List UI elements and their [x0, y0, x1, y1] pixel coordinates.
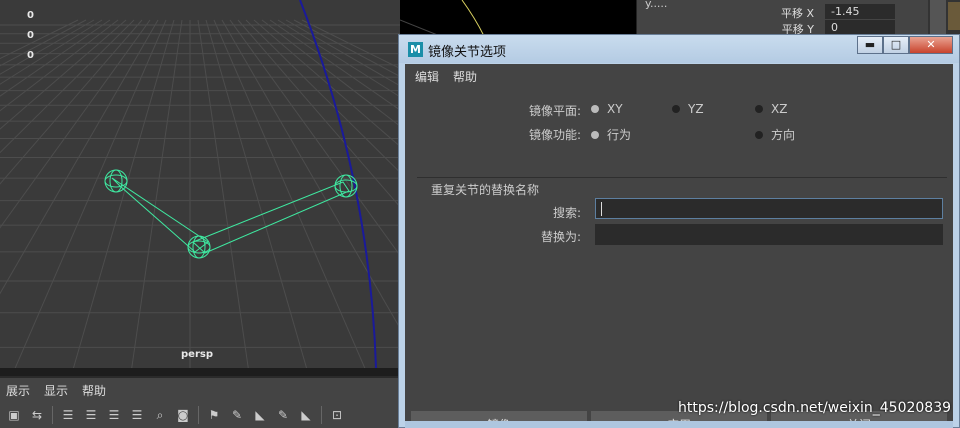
- radio-orientation[interactable]: 方向: [755, 126, 795, 143]
- radio-behavior[interactable]: 行为: [591, 126, 631, 143]
- menu-display[interactable]: 显示: [44, 382, 68, 399]
- grid-line: [0, 19, 87, 67]
- maya-app-icon: M: [408, 42, 423, 57]
- wireframe-icon[interactable]: ☰: [58, 405, 78, 425]
- select-camera-icon[interactable]: ▣: [4, 405, 24, 425]
- title-bar[interactable]: M 镜像关节选项 ▬ □ ✕: [399, 35, 959, 63]
- close-window-button[interactable]: ✕: [909, 36, 953, 54]
- replace-input[interactable]: [595, 224, 943, 245]
- panel-toolbar: ▣ ⇆ ☰ ☰ ☰ ☰ ⌕ ◙ ⚑ ✎ ◣ ✎ ◣ ⊡: [0, 402, 400, 428]
- menu-help[interactable]: 帮助: [82, 382, 106, 399]
- camera-label: persp: [181, 349, 213, 360]
- toolbar-divider: [321, 406, 322, 424]
- radio-dot-selected: [591, 105, 599, 113]
- radio-label: XY: [607, 102, 623, 116]
- viewport-persp[interactable]: 0 0 0 persp: [0, 0, 400, 368]
- grid-line: [0, 19, 159, 295]
- cursor-icon[interactable]: ◣: [250, 405, 270, 425]
- grid-line: [205, 19, 308, 368]
- isolate-icon[interactable]: ◙: [173, 405, 193, 425]
- hud-value: 0: [27, 30, 34, 41]
- grid-line: [0, 19, 111, 97]
- hud-value: 0: [27, 10, 34, 21]
- grid-line: [131, 19, 183, 368]
- side-strip: [928, 0, 960, 36]
- textured-icon[interactable]: ☰: [104, 405, 124, 425]
- text-caret: [601, 202, 602, 216]
- menu-show[interactable]: 展示: [6, 382, 30, 399]
- radio-dot-selected: [591, 130, 599, 139]
- bone[interactable]: [192, 181, 350, 254]
- curve-overlay: [399, 0, 485, 37]
- channel-field-translate-x[interactable]: -1.45: [825, 4, 895, 19]
- replacement-section-title: 重复关节的替换名称: [431, 183, 540, 197]
- panel-menu-bar: 展示 显示 帮助: [0, 376, 400, 402]
- dialog-menu-bar: 编辑 帮助: [405, 64, 953, 88]
- menu-help[interactable]: 帮助: [453, 68, 477, 85]
- search-label: 搜索:: [552, 206, 581, 220]
- mirror-function-label: 镜像功能:: [528, 128, 581, 142]
- grid-line: [293, 19, 400, 78]
- grid-line: [197, 19, 249, 368]
- grid-overlay: [0, 0, 400, 368]
- grid-line: [14, 19, 167, 368]
- search-input[interactable]: [595, 198, 943, 219]
- grid-line: [301, 19, 400, 70]
- radio-dot: [755, 105, 763, 113]
- lock-camera-icon[interactable]: ⇆: [27, 405, 47, 425]
- radio-xz[interactable]: XZ: [755, 102, 787, 116]
- radio-label: 方向: [771, 128, 796, 142]
- grid-line: [0, 19, 103, 85]
- radio-yz[interactable]: YZ: [672, 102, 704, 116]
- mirror-plane-label: 镜像平面:: [528, 104, 581, 118]
- grid-line: [213, 19, 366, 368]
- pencil-icon[interactable]: ✎: [227, 405, 247, 425]
- radio-xy[interactable]: XY: [591, 102, 623, 116]
- channel-field-translate-y[interactable]: 0: [825, 20, 895, 35]
- pencil-icon[interactable]: ✎: [273, 405, 293, 425]
- hud-value: 0: [27, 50, 34, 61]
- toolbar-divider: [52, 406, 53, 424]
- lights-icon[interactable]: ☰: [127, 405, 147, 425]
- dialog-body: 编辑 帮助 镜像平面: XY YZ XZ 镜像功能: 行为 方向 重复关节的替换…: [405, 64, 953, 428]
- watermark-text: https://blog.csdn.net/weixin_45020839: [678, 400, 952, 416]
- frame-icon[interactable]: ⊡: [327, 405, 347, 425]
- radio-dot: [755, 130, 763, 139]
- replace-label: 替换为:: [540, 230, 581, 244]
- menu-edit[interactable]: 编辑: [415, 68, 439, 85]
- channel-box: y..... 平移 X -1.45 平移 Y 0: [636, 0, 928, 36]
- dialog-frame-bottom: [405, 421, 953, 428]
- radio-label: YZ: [688, 102, 704, 116]
- mirror-joint-options-dialog: M 镜像关节选项 ▬ □ ✕ 编辑 帮助 镜像平面: XY YZ XZ 镜像功能…: [398, 34, 960, 428]
- side-tab[interactable]: [930, 0, 946, 34]
- window-controls: ▬ □ ✕: [857, 36, 953, 54]
- grid-line: [0, 19, 143, 185]
- grid-line: [0, 19, 119, 112]
- grid-line: [0, 19, 135, 154]
- grid-line: [0, 19, 95, 75]
- radio-label: XZ: [771, 102, 788, 116]
- cursor-icon[interactable]: ◣: [296, 405, 316, 425]
- section-divider: [417, 177, 947, 178]
- channel-label-translate-x: 平移 X: [780, 7, 814, 20]
- viewport-dark: [399, 0, 636, 37]
- minimize-button[interactable]: ▬: [857, 36, 883, 54]
- bookmark-icon[interactable]: ⚑: [204, 405, 224, 425]
- search-icon[interactable]: ⌕: [150, 405, 170, 425]
- radio-label: 行为: [607, 128, 632, 142]
- dialog-title: 镜像关节选项: [428, 45, 507, 60]
- radio-dot: [672, 105, 680, 113]
- grid-line: [253, 19, 400, 148]
- maximize-button[interactable]: □: [883, 36, 909, 54]
- smooth-shade-icon[interactable]: ☰: [81, 405, 101, 425]
- toolbar-divider: [198, 406, 199, 424]
- channel-box-title: y.....: [645, 0, 668, 10]
- grid-line: [72, 19, 175, 368]
- thumbnail: [948, 2, 960, 30]
